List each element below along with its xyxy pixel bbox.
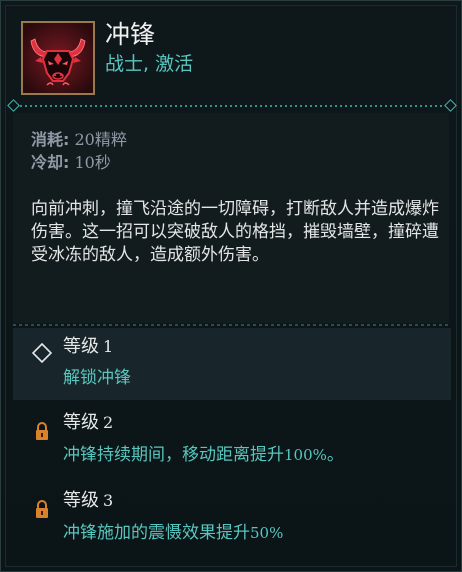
- level-description: 冲锋施加的震慑效果提升50%: [63, 523, 284, 543]
- level-number: 2: [103, 413, 114, 432]
- level-row-2[interactable]: 等级 2 冲锋持续期间，移动距离提升100%。: [13, 404, 451, 474]
- stat-cost-label: 消耗:: [31, 130, 70, 149]
- charging-bull-icon: [23, 23, 93, 93]
- stat-cost: 消耗: 20精粹: [31, 129, 127, 151]
- level-number: 1: [103, 337, 114, 356]
- level-row-1[interactable]: 等级 1 解锁冲锋: [13, 328, 451, 400]
- stat-cooldown: 冷却: 10秒: [31, 152, 111, 174]
- skill-name: 冲锋: [105, 20, 156, 49]
- level-number: 3: [103, 491, 114, 510]
- level-description: 解锁冲锋: [63, 368, 131, 388]
- stat-cost-value: 20精粹: [74, 130, 127, 149]
- skill-tags: 战士, 激活: [105, 53, 194, 75]
- stat-cooldown-label: 冷却:: [31, 153, 70, 172]
- level-row-3[interactable]: 等级 3 冲锋施加的震慑效果提升50%: [13, 482, 451, 552]
- level-title: 等级 3: [63, 490, 113, 512]
- skill-header: 冲锋 战士, 激活: [1, 1, 462, 101]
- levels-separator: [13, 324, 449, 326]
- skill-tooltip: 冲锋 战士, 激活 消耗: 20精粹 冷却: 10秒 向前冲刺，撞飞沿途的一切障…: [0, 0, 462, 572]
- header-divider: [7, 99, 457, 112]
- divider-diamond-icon: [444, 99, 457, 112]
- stat-cooldown-value: 10秒: [74, 153, 111, 172]
- level-title: 等级 1: [63, 336, 113, 358]
- skill-icon-frame: [21, 21, 95, 95]
- divider-diamond-icon: [7, 99, 20, 112]
- level-label: 等级: [63, 336, 99, 357]
- skill-description: 向前冲刺，撞飞沿途的一切障碍，打断敌人并造成爆炸伤害。这一招可以突破敌人的格挡，…: [31, 199, 439, 265]
- diamond-outline-icon: [31, 342, 53, 364]
- lock-icon: [31, 498, 53, 520]
- level-label: 等级: [63, 490, 99, 511]
- level-description: 冲锋持续期间，移动距离提升100%。: [63, 445, 344, 465]
- level-label: 等级: [63, 412, 99, 433]
- level-title: 等级 2: [63, 412, 113, 434]
- lock-icon: [31, 420, 53, 442]
